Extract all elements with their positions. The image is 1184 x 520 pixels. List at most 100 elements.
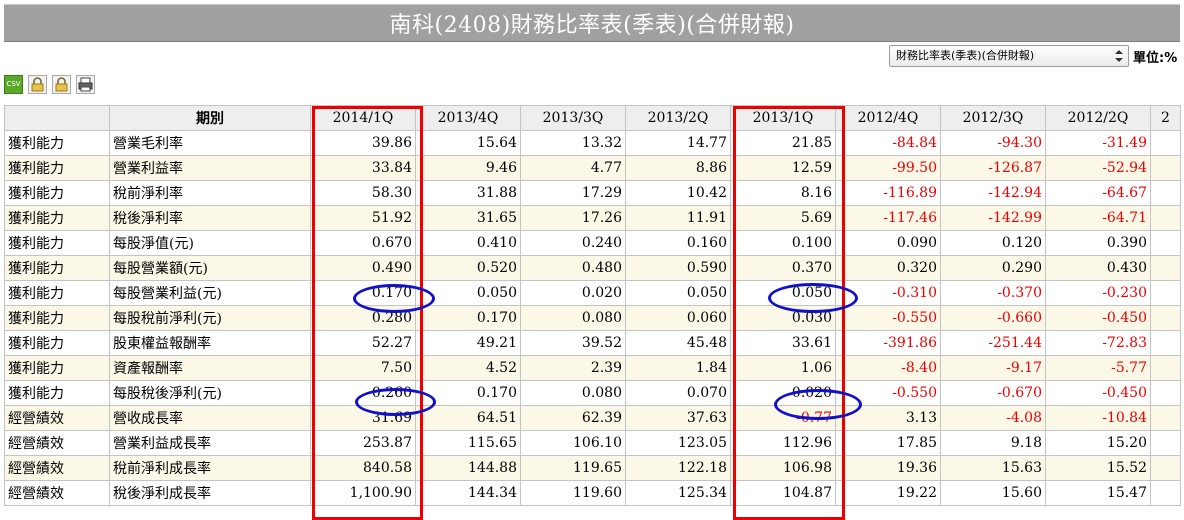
value-cell: -9.17 xyxy=(940,355,1046,381)
value-cell-clipped xyxy=(1150,405,1181,431)
value-cell: 17.85 xyxy=(835,430,941,456)
value-cell: 106.98 xyxy=(730,455,836,481)
row-item-name: 每股營業額(元) xyxy=(109,255,311,281)
unit-label: 單位:% xyxy=(1133,51,1178,66)
value-cell: 115.65 xyxy=(415,430,521,456)
value-cell: 0.100 xyxy=(730,230,836,256)
value-cell: 58.30 xyxy=(310,180,416,206)
row-item-name: 股東權益報酬率 xyxy=(109,330,311,356)
value-cell: 0.080 xyxy=(520,380,626,406)
value-cell: -0.370 xyxy=(940,280,1046,306)
value-cell-clipped xyxy=(1150,255,1181,281)
row-category: 獲利能力 xyxy=(4,380,110,406)
value-cell-clipped xyxy=(1150,455,1181,481)
csv-export-button[interactable]: CSV xyxy=(4,75,23,94)
value-cell: -142.94 xyxy=(940,180,1046,206)
financial-ratio-table: 期別 2014/1Q 2013/4Q 2013/3Q 2013/2Q 2013/… xyxy=(4,105,1181,506)
value-cell: 14.77 xyxy=(625,130,731,156)
value-cell: -251.44 xyxy=(940,330,1046,356)
value-cell: 45.48 xyxy=(625,330,731,356)
value-cell-clipped xyxy=(1150,155,1181,181)
row-item-name: 資產報酬率 xyxy=(109,355,311,381)
value-cell: 19.22 xyxy=(835,480,941,506)
value-cell: 31.88 xyxy=(415,180,521,206)
table-row: 獲利能力 資產報酬率 7.50 4.52 2.39 1.84 1.06 -8.40 -9.17-… xyxy=(4,355,1181,381)
value-cell: 0.260 xyxy=(310,380,416,406)
value-cell: 0.390 xyxy=(1045,230,1151,256)
header-period: 2013/1Q xyxy=(730,105,836,131)
header-period: 2012/2Q xyxy=(1045,105,1151,131)
value-cell: 15.47 xyxy=(1045,480,1151,506)
value-cell: 123.05 xyxy=(625,430,731,456)
value-cell: -64.67 xyxy=(1045,180,1151,206)
lock-icon xyxy=(55,77,68,92)
value-cell: 0.520 xyxy=(415,255,521,281)
row-category: 經營績效 xyxy=(4,430,110,456)
value-cell: 0.020 xyxy=(520,280,626,306)
value-cell: 17.29 xyxy=(520,180,626,206)
value-cell: 15.64 xyxy=(415,130,521,156)
table-header-row: 期別 2014/1Q 2013/4Q 2013/3Q 2013/2Q 2013/… xyxy=(4,105,1181,131)
lock-button-2[interactable] xyxy=(52,75,71,94)
value-cell: 0.050 xyxy=(625,280,731,306)
value-cell: 1.84 xyxy=(625,355,731,381)
table-row: 獲利能力 每股稅前淨利(元) 0.280 0.170 0.080 0.060 0.030 -0… xyxy=(4,305,1181,331)
row-category: 獲利能力 xyxy=(4,180,110,206)
value-cell: 37.63 xyxy=(625,405,731,431)
value-cell-clipped xyxy=(1150,130,1181,156)
value-cell: 4.77 xyxy=(520,155,626,181)
value-cell-clipped xyxy=(1150,280,1181,306)
value-cell: 0.160 xyxy=(625,230,731,256)
value-cell: 0.320 xyxy=(835,255,941,281)
row-category: 獲利能力 xyxy=(4,255,110,281)
value-cell: 0.070 xyxy=(625,380,731,406)
table-row: 獲利能力 營業利益率 33.84 9.46 4.77 8.86 12.59 -99.50 -12… xyxy=(4,155,1181,181)
table-row: 獲利能力 每股稅後淨利(元) 0.260 0.170 0.080 0.070 0.020 -0… xyxy=(4,380,1181,406)
value-cell: -0.450 xyxy=(1045,380,1151,406)
value-cell: 125.34 xyxy=(625,480,731,506)
value-cell: 0.430 xyxy=(1045,255,1151,281)
value-cell: -142.99 xyxy=(940,205,1046,231)
value-cell: 11.91 xyxy=(625,205,731,231)
value-cell: 253.87 xyxy=(310,430,416,456)
row-category: 獲利能力 xyxy=(4,330,110,356)
value-cell: 8.86 xyxy=(625,155,731,181)
value-cell: 0.290 xyxy=(940,255,1046,281)
value-cell-clipped xyxy=(1150,180,1181,206)
report-type-value: 財務比率表(季表)(合併財報) xyxy=(896,49,1035,62)
value-cell: 10.42 xyxy=(625,180,731,206)
value-cell: 1.06 xyxy=(730,355,836,381)
value-cell: -31.49 xyxy=(1045,130,1151,156)
value-cell: 7.50 xyxy=(310,355,416,381)
value-cell: 0.170 xyxy=(415,305,521,331)
table-row: 獲利能力 每股營業利益(元) 0.170 0.050 0.020 0.050 0.050 -0… xyxy=(4,280,1181,306)
value-cell: -0.670 xyxy=(940,380,1046,406)
value-cell: 1,100.90 xyxy=(310,480,416,506)
row-item-name: 每股營業利益(元) xyxy=(109,280,311,306)
value-cell: 64.51 xyxy=(415,405,521,431)
value-cell: -5.77 xyxy=(1045,355,1151,381)
lock-button[interactable] xyxy=(28,75,47,94)
value-cell: 62.39 xyxy=(520,405,626,431)
value-cell: 106.10 xyxy=(520,430,626,456)
value-cell: 9.46 xyxy=(415,155,521,181)
header-category xyxy=(4,105,110,131)
value-cell: 0.480 xyxy=(520,255,626,281)
value-cell-clipped xyxy=(1150,305,1181,331)
value-cell: 4.52 xyxy=(415,355,521,381)
value-cell: 0.030 xyxy=(730,305,836,331)
print-button[interactable] xyxy=(76,75,95,94)
row-item-name: 稅前淨利率 xyxy=(109,180,311,206)
row-category: 獲利能力 xyxy=(4,280,110,306)
value-cell: 51.92 xyxy=(310,205,416,231)
value-cell: 119.60 xyxy=(520,480,626,506)
value-cell: 13.32 xyxy=(520,130,626,156)
value-cell: 0.410 xyxy=(415,230,521,256)
value-cell-clipped xyxy=(1150,230,1181,256)
value-cell: 15.60 xyxy=(940,480,1046,506)
value-cell: -10.84 xyxy=(1045,405,1151,431)
value-cell: 0.240 xyxy=(520,230,626,256)
row-category: 獲利能力 xyxy=(4,155,110,181)
report-type-select[interactable]: 財務比率表(季表)(合併財報) xyxy=(889,45,1129,67)
value-cell: 52.27 xyxy=(310,330,416,356)
